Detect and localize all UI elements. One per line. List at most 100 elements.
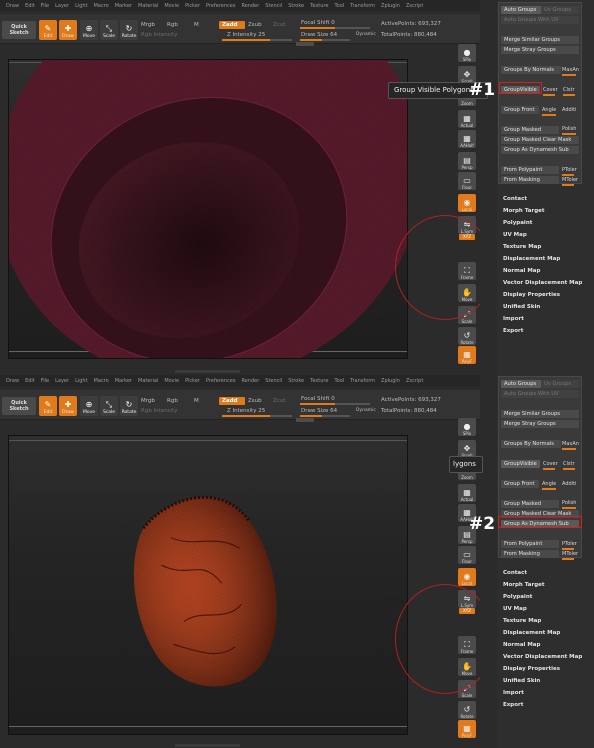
focal-shift-track[interactable] [300,27,370,29]
subpalette-uv-map[interactable]: UV Map [503,603,582,615]
menu-transform[interactable]: Transform [350,3,375,9]
menu-movie[interactable]: Movie [164,378,179,384]
focal-shift-slider[interactable]: Focal Shift 0 [301,396,335,402]
subpalette-texture-map[interactable]: Texture Map [503,241,582,253]
shelf-scroll-handle[interactable] [296,418,314,422]
subpalette-display-properties[interactable]: Display Properties [503,289,582,301]
floor-button[interactable]: ▭ Floor [458,172,476,190]
clusters-track[interactable] [563,94,575,96]
angle-slider[interactable]: Angle [542,481,556,487]
mtolerance-slider[interactable]: MToler [562,177,578,183]
subpalette-export[interactable]: Export [503,325,582,337]
polish-slider[interactable]: Polish [562,500,576,506]
coverage-track[interactable] [543,94,555,96]
zadd-button[interactable]: Zadd [219,21,245,29]
polish-slider[interactable]: Polish [562,126,576,132]
focal-shift-track[interactable] [300,403,370,405]
subpalette-morph-target[interactable]: Morph Target [503,205,582,217]
polish-track[interactable] [562,133,576,135]
subpalette-vector-displacement-map[interactable]: Vector Displacement Map [503,277,582,289]
quick-sketch-button[interactable]: Quick Sketch [2,21,36,39]
group-front-button[interactable]: Group Front [501,106,539,114]
aahalf-button[interactable]: ▦ AAHalf [458,130,476,148]
merge-stray-groups-button[interactable]: Merge Stray Groups [501,46,579,54]
coverage-track[interactable] [543,468,555,470]
menu-render[interactable]: Render [241,3,259,9]
group-as-dynamesh-sub-button[interactable]: Group As Dynamesh Sub [501,146,579,154]
maxangle-slider[interactable]: MaxAn [562,67,579,73]
rgb-intensity-slider[interactable]: Rgb Intensity [141,408,178,414]
coverage-slider[interactable]: Cover [543,461,558,467]
timeline-handle[interactable] [175,744,240,747]
spix-button[interactable]: ● SPix [458,44,476,62]
canvas-viewport[interactable] [8,59,408,359]
ptolerance-slider[interactable]: PToler [562,167,577,173]
timeline-handle[interactable] [175,370,240,373]
draw-size-track[interactable] [300,415,350,417]
z-intensity-track[interactable] [222,39,292,41]
subpalette-texture-map[interactable]: Texture Map [503,615,582,627]
move-button[interactable]: ⊕ Move [80,20,98,40]
draw-size-track[interactable] [300,39,350,41]
menu-material[interactable]: Material [138,3,158,9]
merge-stray-groups-button[interactable]: Merge Stray Groups [501,420,579,428]
zcut-button[interactable]: Zcut [273,398,285,404]
maxangle-track[interactable] [562,74,576,76]
local-button[interactable]: ◉ Local [458,568,476,586]
scale-button[interactable]: ⤡ Scale [100,396,118,416]
menu-layer[interactable]: Layer [55,3,69,9]
z-intensity-slider[interactable]: Z Intensity 25 [227,32,265,38]
rgb-intensity-slider[interactable]: Rgb Intensity [141,32,178,38]
subpalette-morph-target[interactable]: Morph Target [503,579,582,591]
angle-track[interactable] [542,488,556,490]
menu-edit[interactable]: Edit [25,3,35,9]
menu-macro[interactable]: Macro [94,3,109,9]
rgb-button[interactable]: Rgb [167,22,178,28]
menu-stroke[interactable]: Stroke [288,378,304,384]
draw-size-slider[interactable]: Draw Size 64 [301,408,337,414]
menu-picker[interactable]: Picker [185,3,200,9]
edit-button[interactable]: ✎ Edit [39,20,57,40]
menu-file[interactable]: File [41,378,49,384]
subpalette-display-properties[interactable]: Display Properties [503,663,582,675]
draw-size-slider[interactable]: Draw Size 64 [301,32,337,38]
menu-transform[interactable]: Transform [350,378,375,384]
subpalette-displacement-map[interactable]: Displacement Map [503,627,582,639]
subpalette-export[interactable]: Export [503,699,582,711]
dynamic-button[interactable]: Dynamic [356,32,376,37]
polish-track[interactable] [562,507,576,509]
menu-marker[interactable]: Marker [115,378,132,384]
clusters-slider[interactable]: Clstr [563,461,575,467]
menu-zplugin[interactable]: Zplugin [381,3,400,9]
polyf-button[interactable]: ▦ PolyF [458,346,476,364]
canvas-viewport[interactable] [8,435,408,735]
auto-groups-button[interactable]: Auto Groups [501,6,541,14]
zadd-button[interactable]: Zadd [219,397,245,405]
menu-stencil[interactable]: Stencil [265,378,282,384]
subpalette-polypaint[interactable]: Polypaint [503,591,582,603]
menu-stroke[interactable]: Stroke [288,3,304,9]
subpalette-import[interactable]: Import [503,687,582,699]
menu-picker[interactable]: Picker [185,378,200,384]
focal-shift-slider[interactable]: Focal Shift 0 [301,20,335,26]
coverage-slider[interactable]: Cover [543,87,558,93]
menu-macro[interactable]: Macro [94,378,109,384]
mtolerance-slider[interactable]: MToler [562,551,578,557]
group-visible-button[interactable]: GroupVisible [501,460,540,468]
subpalette-normal-map[interactable]: Normal Map [503,639,582,651]
angle-track[interactable] [542,114,556,116]
scale-button[interactable]: ⤡ Scale [100,20,118,40]
menu-edit[interactable]: Edit [25,378,35,384]
rotate-view-button[interactable]: ↺ Rotate [458,701,476,719]
menu-draw[interactable]: Draw [6,378,19,384]
zsub-button[interactable]: Zsub [248,22,262,28]
ptolerance-slider[interactable]: PToler [562,541,577,547]
quick-sketch-button[interactable]: Quick Sketch [2,397,36,415]
floor-button[interactable]: ▭ Floor [458,546,476,564]
subpalette-unified-skin[interactable]: Unified Skin [503,675,582,687]
from-polypaint-button[interactable]: From Polypaint [501,540,559,548]
subpalette-uv-map[interactable]: UV Map [503,229,582,241]
menu-light[interactable]: Light [75,3,87,9]
groups-by-normals-button[interactable]: Groups By Normals [501,66,561,74]
from-masking-button[interactable]: From Masking [501,550,559,558]
